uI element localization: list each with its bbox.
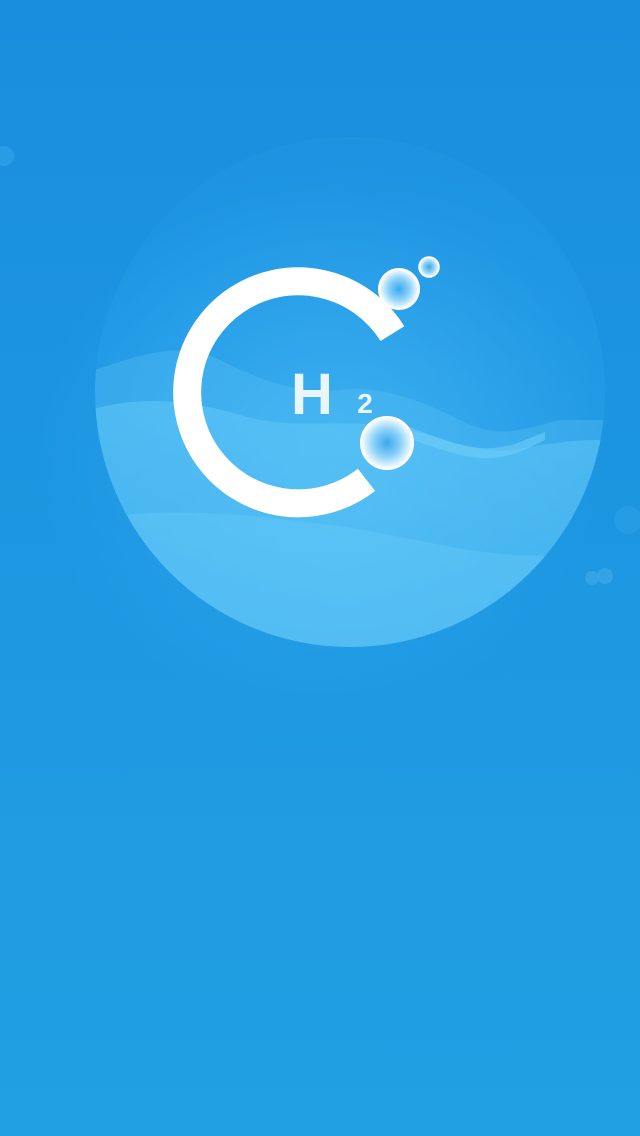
water-sphere [95,137,605,647]
logo-subscript: 2 [357,388,373,419]
edge-bubble-right-1 [585,571,599,585]
splash-illustration: H 2 [0,137,640,647]
logo-element-symbol: H [291,362,333,427]
edge-bubble-right-3 [614,506,640,534]
edge-bubble-left [0,146,14,166]
edge-bubble-right-2 [597,568,613,584]
splash-screen: H 2 [0,0,640,1136]
